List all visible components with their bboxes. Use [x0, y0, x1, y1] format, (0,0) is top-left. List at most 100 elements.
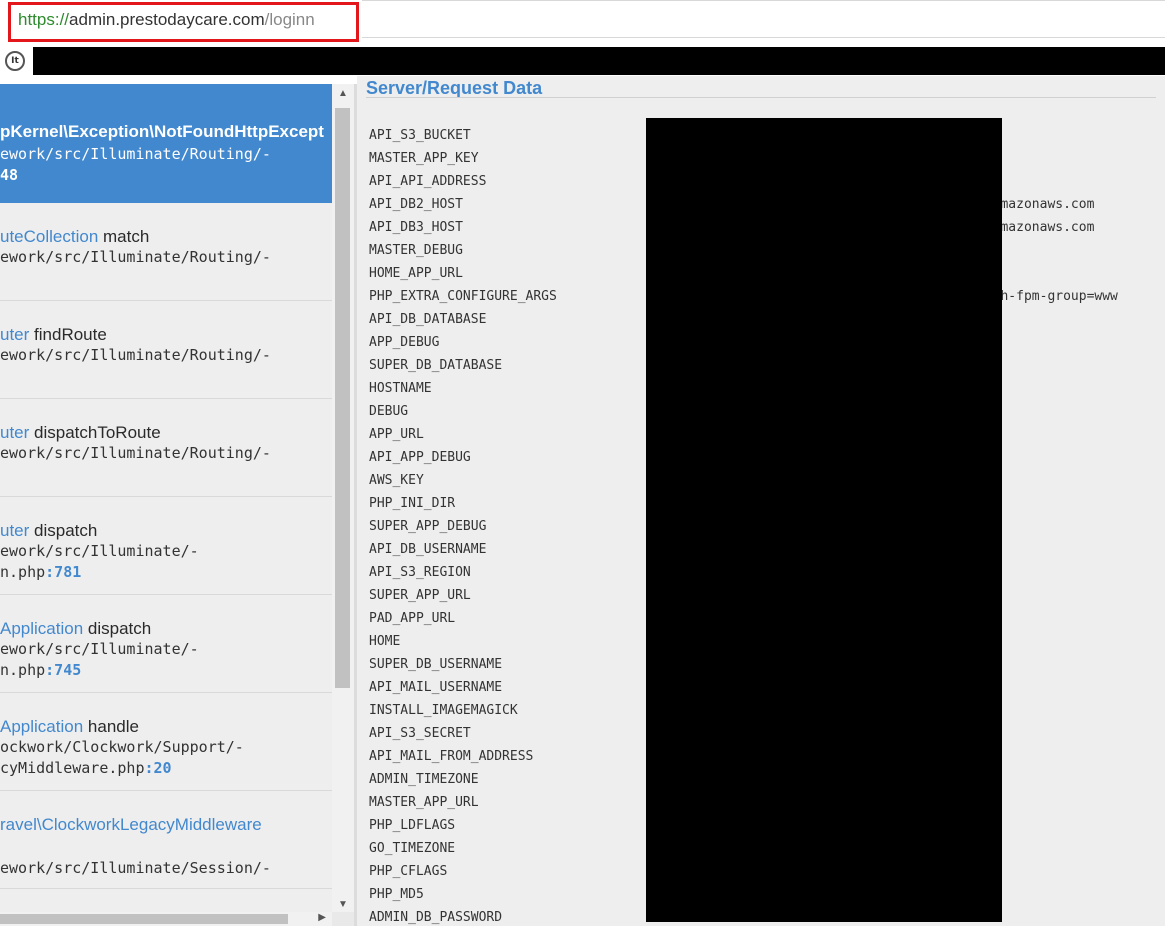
frame-class-name: uteCollection [0, 227, 99, 246]
frame-line-number: :20 [144, 759, 172, 777]
frame-file-path: ework/src/Illuminate/Session/- [0, 859, 271, 877]
frame-line: n.php:745 [0, 661, 81, 679]
env-key: API_S3_SECRET [369, 726, 471, 741]
env-key: API_S3_BUCKET [369, 128, 471, 143]
env-key: API_APP_DEBUG [369, 450, 471, 465]
env-key: API_MAIL_FROM_ADDRESS [369, 749, 534, 764]
frame-class: pKernel\Exception\NotFoundHttpExcept [0, 122, 324, 142]
frame-line-file: n.php [0, 563, 46, 581]
env-key: GO_TIMEZONE [369, 841, 456, 856]
env-key-list: API_S3_BUCKET MASTER_APP_KEY API_API_ADDRE… [369, 124, 557, 926]
env-key: PHP_INI_DIR [369, 496, 456, 511]
frame-line-number: :781 [45, 563, 82, 581]
env-key: API_DB3_HOST [369, 220, 463, 235]
frame-class-name: Application [0, 717, 84, 736]
env-key: MASTER_DEBUG [369, 243, 463, 258]
frame-class: ravel\ClockworkLegacyMiddleware [0, 815, 262, 835]
frame-method-name: dispatch [87, 619, 152, 638]
address-bar-frame [362, 0, 1165, 38]
stack-frame[interactable]: Application handle ockwork/Clockwork/Supp… [0, 693, 332, 791]
frame-class-name: uter [0, 325, 30, 344]
extension-icon[interactable]: It [5, 51, 25, 71]
scroll-up-arrow-icon[interactable]: ▲ [338, 88, 348, 99]
env-key: AWS_KEY [369, 473, 424, 488]
stack-trace-horizontal-scrollbar[interactable]: ▶ [0, 912, 332, 926]
frame-line-file: n.php [0, 661, 46, 679]
env-key: API_S3_REGION [369, 565, 471, 580]
frame-class-name: pKernel\Exception\NotFoundHttpExcept [0, 122, 324, 141]
env-key: API_DB2_HOST [369, 197, 463, 212]
frame-line-file: cyMiddleware.php [0, 759, 145, 777]
frame-line: 48 [0, 166, 18, 184]
stack-frame[interactable]: uter findRoute ework/src/Illuminate/Routi… [0, 301, 332, 399]
env-key: HOSTNAME [369, 381, 432, 396]
address-bar[interactable]: https://admin.prestodaycare.com/loginn [0, 0, 1165, 47]
stack-frame[interactable]: uter dispatchToRoute ework/src/Illuminate… [0, 399, 332, 497]
frame-file-path: ework/src/Illuminate/Routing/- [0, 346, 271, 364]
frame-file-path: ockwork/Clockwork/Support/- [0, 738, 244, 756]
stack-trace-panel: pKernel\Exception\NotFoundHttpExcept ewo… [0, 84, 332, 926]
frame-method-name: handle [87, 717, 139, 736]
env-key: SUPER_DB_DATABASE [369, 358, 503, 373]
scroll-down-arrow-icon[interactable]: ▼ [338, 899, 348, 910]
redacted-values-block [646, 118, 1002, 922]
frame-class: Application dispatch [0, 619, 151, 639]
frame-line: n.php:781 [0, 563, 81, 581]
env-key: APP_DEBUG [369, 335, 440, 350]
stack-frame[interactable]: uter dispatch ework/src/Illuminate/- n.php… [0, 497, 332, 595]
scroll-right-arrow-icon[interactable]: ▶ [318, 912, 326, 923]
stack-trace-vertical-scrollbar[interactable]: ▲ ▼ [332, 84, 354, 914]
env-key: DEBUG [369, 404, 409, 419]
frame-line-number: :745 [45, 661, 82, 679]
frame-class-name: uter [0, 521, 30, 540]
env-key: API_DB_DATABASE [369, 312, 487, 327]
frame-class: uter dispatchToRoute [0, 423, 161, 443]
frame-file-path: ework/src/Illuminate/Routing/- [0, 145, 271, 163]
frame-class: uter dispatch [0, 521, 97, 541]
env-key: MASTER_APP_URL [369, 795, 479, 810]
env-key: PHP_CFLAGS [369, 864, 448, 879]
scrollbar-corner [332, 912, 354, 926]
env-key: ADMIN_TIMEZONE [369, 772, 479, 787]
frame-class: uter findRoute [0, 325, 107, 345]
stack-frame[interactable]: pKernel\Exception\NotFoundHttpExcept ewo… [0, 84, 332, 203]
details-panel: Server/Request Data API_S3_BUCKET MASTER_… [357, 76, 1165, 926]
scroll-thumb-horizontal[interactable] [0, 914, 288, 924]
env-key: HOME [369, 634, 401, 649]
env-key: PHP_LDFLAGS [369, 818, 456, 833]
url-text[interactable]: https://admin.prestodaycare.com/loginn [18, 10, 315, 30]
frame-method-name: dispatchToRoute [34, 423, 161, 442]
url-host: admin.prestodaycare.com [69, 10, 265, 29]
frame-method-name: dispatch [34, 521, 98, 540]
stack-frame[interactable]: Application dispatch ework/src/Illuminate… [0, 595, 332, 693]
frame-class: Application handle [0, 717, 139, 737]
env-key: MASTER_APP_KEY [369, 151, 479, 166]
env-key: SUPER_DB_USERNAME [369, 657, 503, 672]
env-key: API_DB_USERNAME [369, 542, 487, 557]
frame-class: uteCollection match [0, 227, 149, 247]
env-key: API_API_ADDRESS [369, 174, 487, 189]
url-scheme: https:// [18, 10, 70, 29]
frame-file-path: ework/src/Illuminate/Routing/- [0, 248, 271, 266]
env-key: PAD_APP_URL [369, 611, 456, 626]
scroll-thumb[interactable] [335, 108, 350, 688]
env-key: INSTALL_IMAGEMAGICK [369, 703, 518, 718]
section-title: Server/Request Data [366, 78, 543, 98]
title-divider [366, 97, 1156, 98]
redacted-toolbar [33, 47, 1165, 75]
frame-method-name: match [103, 227, 150, 246]
frame-class-name: uter [0, 423, 30, 442]
stack-frame[interactable]: uteCollection match ework/src/Illuminate/… [0, 203, 332, 301]
frame-file-path: ework/src/Illuminate/- [0, 640, 199, 658]
env-key: API_MAIL_USERNAME [369, 680, 503, 695]
frame-line: cyMiddleware.php:20 [0, 759, 172, 777]
env-key: SUPER_APP_URL [369, 588, 471, 603]
env-key: HOME_APP_URL [369, 266, 463, 281]
frame-line-number: 48 [0, 166, 19, 184]
env-key: APP_URL [369, 427, 424, 442]
frame-class-name: Application [0, 619, 84, 638]
frame-class-name: ravel\ClockworkLegacyMiddleware [0, 815, 262, 834]
env-key: PHP_EXTRA_CONFIGURE_ARGS [369, 289, 557, 304]
env-key: ADMIN_DB_PASSWORD [369, 910, 503, 925]
frame-file-path: ework/src/Illuminate/Routing/- [0, 444, 271, 462]
